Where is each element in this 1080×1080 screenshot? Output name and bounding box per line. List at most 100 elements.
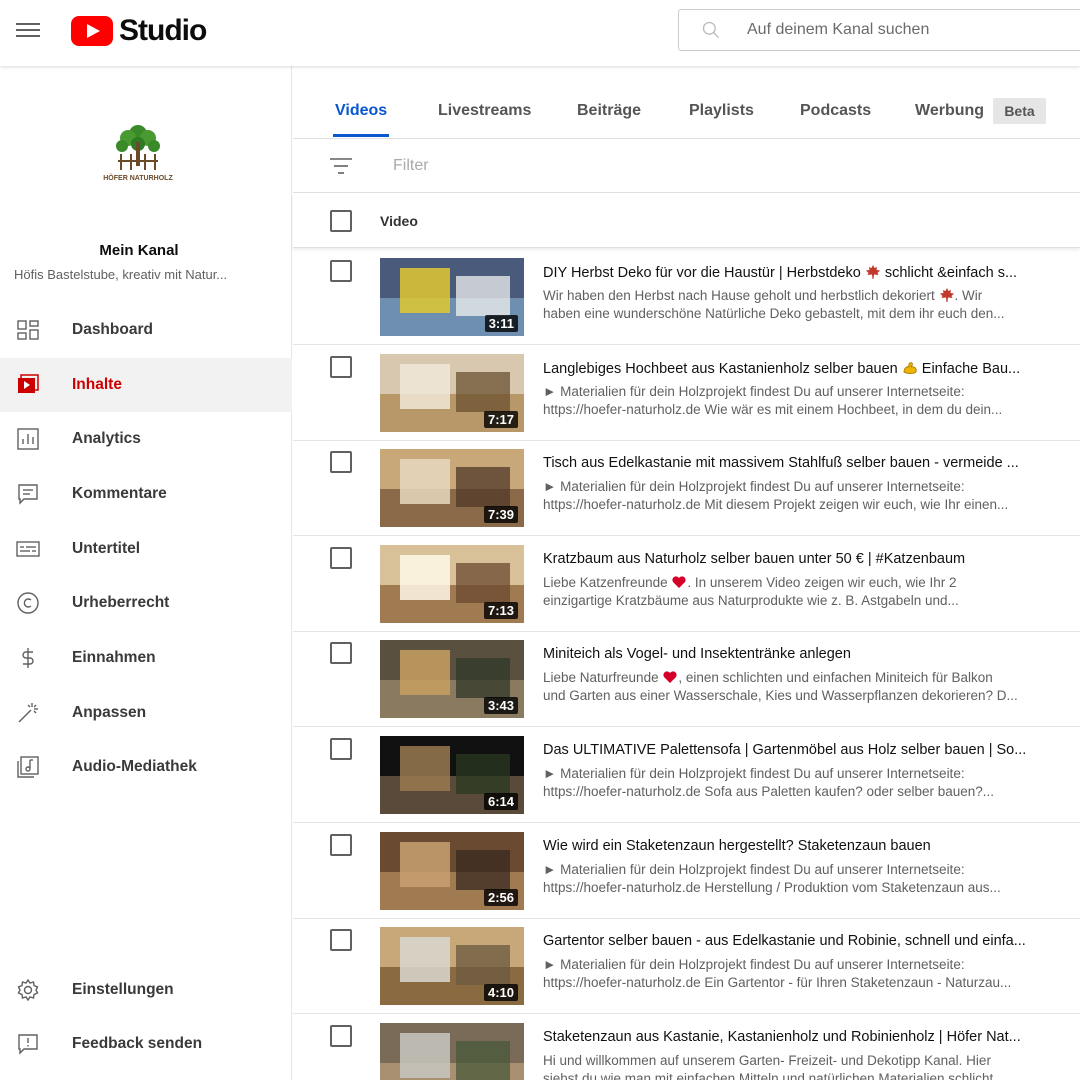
comments-icon — [18, 484, 38, 505]
video-thumbnail[interactable]: 4:10 — [380, 927, 524, 1006]
sidebar-item-inhalte[interactable]: Inhalte — [0, 358, 292, 412]
row-checkbox[interactable] — [330, 355, 352, 378]
magic-wand-icon — [18, 703, 38, 723]
table-row[interactable]: 7:39 Tisch aus Edelkastanie mit massivem … — [293, 440, 1080, 537]
video-description: ► Materialien für dein Holzprojekt finde… — [543, 861, 1001, 895]
sidebar-item-label: Feedback senden — [72, 1035, 203, 1052]
tab-werbung[interactable]: Werbung — [915, 102, 984, 120]
hamburger-menu-icon[interactable] — [16, 19, 40, 43]
video-title[interactable]: Langlebiges Hochbeet aus Kastanienholz s… — [543, 360, 1055, 377]
channel-logo-text: HÖFER NATURHOLZ — [103, 173, 173, 182]
sidebar: HÖFER NATURHOLZ Mein Kanal Höfis Bastels… — [0, 66, 292, 1080]
table-row[interactable]: 3:11 DIY Herbst Deko für vor die Haustür … — [293, 249, 1080, 345]
search-icon[interactable] — [701, 20, 721, 40]
table-row[interactable]: 4:10 Gartentor selber bauen - aus Edelkas… — [293, 918, 1080, 1015]
video-duration: 3:11 — [484, 315, 518, 332]
row-checkbox[interactable] — [330, 642, 352, 665]
row-checkbox[interactable] — [330, 738, 352, 760]
tab-podcasts[interactable]: Podcasts — [800, 102, 871, 120]
video-description: Wir haben den Herbst nach Hause geholt u… — [543, 288, 1005, 321]
feedback-icon — [18, 1034, 38, 1055]
video-title[interactable]: DIY Herbst Deko für vor die Haustür | He… — [543, 264, 1055, 281]
sidebar-item-untertitel[interactable]: Untertitel — [0, 522, 292, 576]
video-thumbnail[interactable]: 3:11 — [380, 258, 524, 336]
search-input[interactable] — [747, 10, 1077, 50]
video-description: Liebe Katzenfreunde . In unserem Video z… — [543, 574, 959, 608]
maple-leaf-icon — [865, 265, 880, 279]
table-row[interactable]: 7:13 Kratzbaum aus Naturholz selber bauen… — [293, 536, 1080, 632]
sidebar-item-urheberrecht[interactable]: Urheberrecht — [0, 576, 292, 630]
row-checkbox[interactable] — [330, 260, 352, 282]
video-title[interactable]: Das ULTIMATIVE Palettensofa | Gartenmöbe… — [543, 742, 1055, 758]
red-heart-icon — [663, 671, 677, 684]
tab-playlists[interactable]: Playlists — [689, 102, 754, 120]
select-all-checkbox[interactable] — [330, 210, 352, 232]
filter-bar — [293, 139, 1080, 193]
filter-icon[interactable] — [330, 157, 352, 175]
video-title[interactable]: Tisch aus Edelkastanie mit massivem Stah… — [543, 455, 1055, 471]
table-row[interactable]: 3:43 Miniteich als Vogel- und Insektenträ… — [293, 631, 1080, 728]
main-content: Videos Livestreams Beiträge Playlists Po… — [293, 66, 1080, 1080]
audio-library-icon — [17, 756, 39, 778]
video-duration: 7:13 — [483, 601, 518, 619]
table-row[interactable]: 7:17 Langlebiges Hochbeet aus Kastanienho… — [293, 345, 1080, 441]
sidebar-item-label: Einstellungen — [72, 981, 174, 998]
sidebar-item-einstellungen[interactable]: Einstellungen — [0, 963, 292, 1017]
video-title[interactable]: Wie wird ein Staketenzaun hergestellt? S… — [543, 838, 1055, 854]
video-duration: 4:10 — [483, 984, 518, 1002]
video-title[interactable]: Kratzbaum aus Naturholz selber bauen unt… — [543, 551, 1055, 567]
video-thumbnail[interactable]: 7:39 — [380, 449, 524, 528]
table-row[interactable]: Staketenzaun aus Kastanie, Kastanienholz… — [293, 1014, 1080, 1080]
video-title[interactable]: Staketenzaun aus Kastanie, Kastanienholz… — [543, 1029, 1055, 1045]
sidebar-item-feedback[interactable]: Feedback senden — [0, 1017, 292, 1071]
video-description: ► Materialien für dein Holzprojekt finde… — [543, 383, 1003, 417]
video-thumbnail[interactable]: 2:56 — [380, 831, 524, 910]
sidebar-item-label: Analytics — [72, 430, 141, 447]
table-row[interactable]: 2:56 Wie wird ein Staketenzaun hergestell… — [293, 823, 1080, 919]
video-duration: 7:17 — [483, 410, 518, 428]
copyright-icon — [17, 592, 39, 614]
beta-badge: Beta — [993, 98, 1046, 124]
tab-beitraege[interactable]: Beiträge — [577, 102, 641, 120]
tab-videos[interactable]: Videos — [335, 102, 387, 120]
row-checkbox[interactable] — [330, 833, 352, 856]
search-box[interactable] — [678, 9, 1080, 51]
video-duration: 3:43 — [483, 697, 518, 715]
video-description: ► Materialien für dein Holzprojekt finde… — [543, 957, 1012, 991]
filter-input[interactable] — [393, 151, 793, 181]
sidebar-item-label: Inhalte — [72, 376, 122, 393]
tab-livestreams[interactable]: Livestreams — [438, 102, 531, 120]
youtube-play-icon — [71, 16, 113, 46]
sidebar-item-kommentare[interactable]: Kommentare — [0, 467, 292, 521]
maple-leaf-icon — [939, 288, 954, 302]
dashboard-icon — [17, 320, 39, 340]
sidebar-item-analytics[interactable]: Analytics — [0, 412, 292, 466]
video-title[interactable]: Gartentor selber bauen - aus Edelkastani… — [543, 933, 1055, 949]
video-title[interactable]: Miniteich als Vogel- und Insektentränke … — [543, 646, 1055, 662]
row-checkbox[interactable] — [330, 929, 352, 952]
video-thumbnail[interactable]: 3:43 — [380, 640, 524, 719]
video-duration: 7:39 — [483, 506, 518, 524]
sidebar-item-dashboard[interactable]: Dashboard — [0, 303, 292, 357]
table-row[interactable]: 6:14 Das ULTIMATIVE Palettensofa | Garten… — [293, 727, 1080, 823]
sidebar-item-audio-mediathek[interactable]: Audio-Mediathek — [0, 740, 292, 794]
sidebar-item-label: Kommentare — [72, 485, 167, 502]
video-thumbnail[interactable]: 7:17 — [380, 353, 524, 432]
video-thumbnail[interactable]: 6:14 — [380, 736, 524, 814]
subtitles-icon — [16, 541, 40, 557]
video-description: ► Materialien für dein Holzprojekt finde… — [543, 766, 995, 799]
dollar-icon — [22, 648, 34, 668]
youtube-studio-logo[interactable]: Studio — [71, 14, 207, 48]
sidebar-item-label: Audio-Mediathek — [72, 758, 197, 775]
row-checkbox[interactable] — [330, 546, 352, 569]
row-checkbox[interactable] — [330, 1024, 352, 1047]
row-checkbox[interactable] — [330, 451, 352, 474]
video-description: Hi und willkommen auf unserem Garten- Fr… — [543, 1052, 1005, 1080]
video-thumbnail[interactable]: 7:13 — [380, 544, 524, 623]
sidebar-item-label: Einnahmen — [72, 649, 156, 666]
sidebar-item-anpassen[interactable]: Anpassen — [0, 686, 292, 740]
channel-avatar[interactable]: HÖFER NATURHOLZ — [98, 114, 178, 194]
video-thumbnail[interactable] — [380, 1022, 524, 1080]
table-header: Video — [293, 193, 1080, 248]
sidebar-item-einnahmen[interactable]: Einnahmen — [0, 631, 292, 685]
